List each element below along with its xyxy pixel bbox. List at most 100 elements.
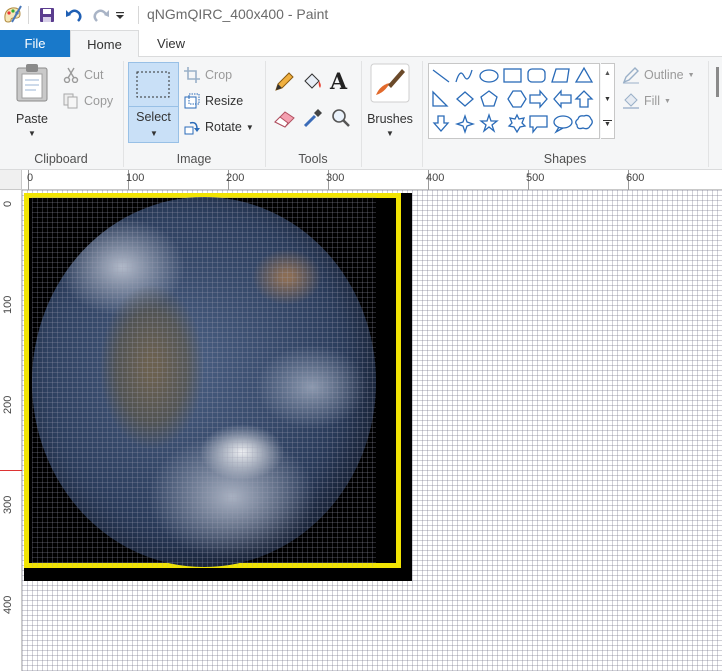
- hexagon-shape-icon: [507, 90, 527, 108]
- brushes-button[interactable]: Brushes ▼: [366, 63, 414, 138]
- eraser-icon: [273, 107, 297, 132]
- ruler-label: 600: [626, 172, 645, 184]
- select-label: Select: [136, 110, 171, 124]
- horizontal-ruler: 0 100 200 300 400 500 600: [22, 170, 722, 190]
- save-icon[interactable]: [36, 4, 58, 26]
- left-arrow-shape-icon: [553, 89, 572, 109]
- resize-button[interactable]: Resize: [183, 92, 243, 110]
- crop-icon: [183, 66, 201, 84]
- rectangular-callout-shape-icon: [529, 115, 548, 134]
- six-point-star-shape-icon: [507, 113, 527, 134]
- crop-label: Crop: [205, 68, 233, 82]
- shapes-scrollbar[interactable]: ▲ ▼ ▼: [601, 63, 615, 139]
- eraser-tool-button[interactable]: [273, 107, 297, 132]
- tab-view[interactable]: View: [140, 30, 202, 57]
- ruler-label: 0: [2, 200, 14, 207]
- size-icon[interactable]: [716, 67, 719, 97]
- tab-file[interactable]: File: [0, 30, 70, 57]
- chevron-down-icon: ▼: [386, 129, 394, 138]
- ruler-label: 300: [326, 172, 345, 184]
- outline-button[interactable]: Outline ▼: [622, 66, 695, 84]
- group-separator: [361, 61, 362, 167]
- tools-group-label: Tools: [298, 152, 328, 166]
- select-rectangle-icon: [129, 63, 178, 107]
- clipboard-group-label: Clipboard: [34, 152, 88, 166]
- oval-shape-icon: [479, 69, 499, 83]
- title-separator: [138, 6, 139, 24]
- cloud-callout-shape-icon: [575, 114, 593, 130]
- magnifier-tool-button[interactable]: [330, 107, 352, 132]
- redo-icon[interactable]: [90, 4, 112, 26]
- undo-icon[interactable]: [63, 4, 85, 26]
- copy-icon: [62, 92, 80, 110]
- image-group-label: Image: [176, 152, 212, 166]
- cut-button[interactable]: Cut: [62, 66, 103, 84]
- scissors-icon: [62, 66, 80, 84]
- chevron-down-icon: ▼: [245, 122, 254, 132]
- line-shape-icon: [432, 69, 450, 83]
- pencil-icon: [273, 71, 295, 96]
- paint-app-icon[interactable]: [2, 4, 22, 24]
- tab-home[interactable]: Home: [70, 30, 139, 58]
- rotate-button[interactable]: Rotate ▼: [183, 118, 254, 136]
- title-separator: [28, 6, 29, 24]
- rounded-rectangle-shape-icon: [527, 68, 546, 83]
- right-arrow-shape-icon: [529, 89, 548, 109]
- shapes-group-label: Shapes: [543, 152, 587, 166]
- up-arrow-shape-icon: [574, 90, 594, 108]
- fill-button[interactable]: Fill ▼: [622, 92, 671, 110]
- chevron-up-icon[interactable]: ▲: [604, 70, 611, 77]
- expand-gallery-icon[interactable]: ▼: [603, 120, 612, 134]
- polygon-shape-icon: [551, 68, 570, 83]
- chevron-down-icon[interactable]: ▼: [150, 129, 158, 138]
- shapes-grid: [432, 66, 594, 135]
- brush-icon: [370, 63, 410, 106]
- ribbon: Paste ▼ Cut Copy Clipboard Select ▼ Crop…: [0, 57, 722, 170]
- resize-label: Resize: [205, 94, 244, 108]
- paste-label: Paste: [16, 112, 48, 126]
- magnifier-icon: [330, 107, 352, 132]
- chevron-down-icon: ▼: [687, 71, 695, 79]
- ruler-label: 400: [2, 595, 14, 614]
- outline-pen-icon: [622, 66, 640, 84]
- right-triangle-shape-icon: [432, 90, 449, 107]
- drawing-canvas[interactable]: [22, 190, 722, 671]
- text-tool-button[interactable]: A: [330, 69, 347, 95]
- clipboard-icon: [14, 63, 50, 106]
- color-picker-icon: [302, 107, 324, 132]
- curve-shape-icon: [455, 69, 473, 83]
- vertical-ruler: 0 100 200 300 400: [0, 190, 22, 671]
- ruler-label: 200: [2, 395, 14, 414]
- color-picker-tool-button[interactable]: [302, 107, 324, 132]
- ruler-label: 100: [2, 295, 14, 314]
- chevron-down-icon[interactable]: ▼: [604, 96, 611, 103]
- earth-image: [32, 197, 376, 567]
- fill-label: Fill: [644, 94, 660, 108]
- copy-button[interactable]: Copy: [62, 92, 113, 110]
- ruler-label: 400: [426, 172, 445, 184]
- four-point-star-shape-icon: [454, 113, 476, 135]
- cursor-position-mark: [0, 470, 22, 471]
- quick-access-dropdown-icon[interactable]: [113, 4, 127, 26]
- select-button[interactable]: Select ▼: [128, 62, 179, 143]
- diamond-shape-icon: [456, 91, 474, 107]
- five-point-star-shape-icon: [479, 112, 499, 133]
- pixel-grid-overlay: [32, 197, 376, 567]
- pencil-tool-button[interactable]: [273, 71, 295, 96]
- title-bar: qNGmQIRC_400x400 - Paint: [0, 0, 722, 30]
- rectangle-shape-icon: [503, 68, 522, 83]
- image-frame[interactable]: [24, 193, 412, 581]
- fill-tool-button[interactable]: [301, 71, 323, 96]
- crop-button[interactable]: Crop: [183, 66, 232, 84]
- triangle-shape-icon: [574, 66, 594, 83]
- fill-bucket-icon: [301, 71, 323, 96]
- pentagon-shape-icon: [480, 90, 498, 107]
- brushes-label: Brushes: [367, 112, 413, 126]
- down-arrow-shape-icon: [432, 115, 450, 132]
- group-separator: [708, 61, 709, 167]
- ruler-label: 500: [526, 172, 545, 184]
- copy-label: Copy: [84, 94, 114, 108]
- chevron-down-icon: ▼: [28, 129, 36, 138]
- rotate-icon: [183, 118, 201, 136]
- paste-button[interactable]: Paste ▼: [8, 63, 56, 143]
